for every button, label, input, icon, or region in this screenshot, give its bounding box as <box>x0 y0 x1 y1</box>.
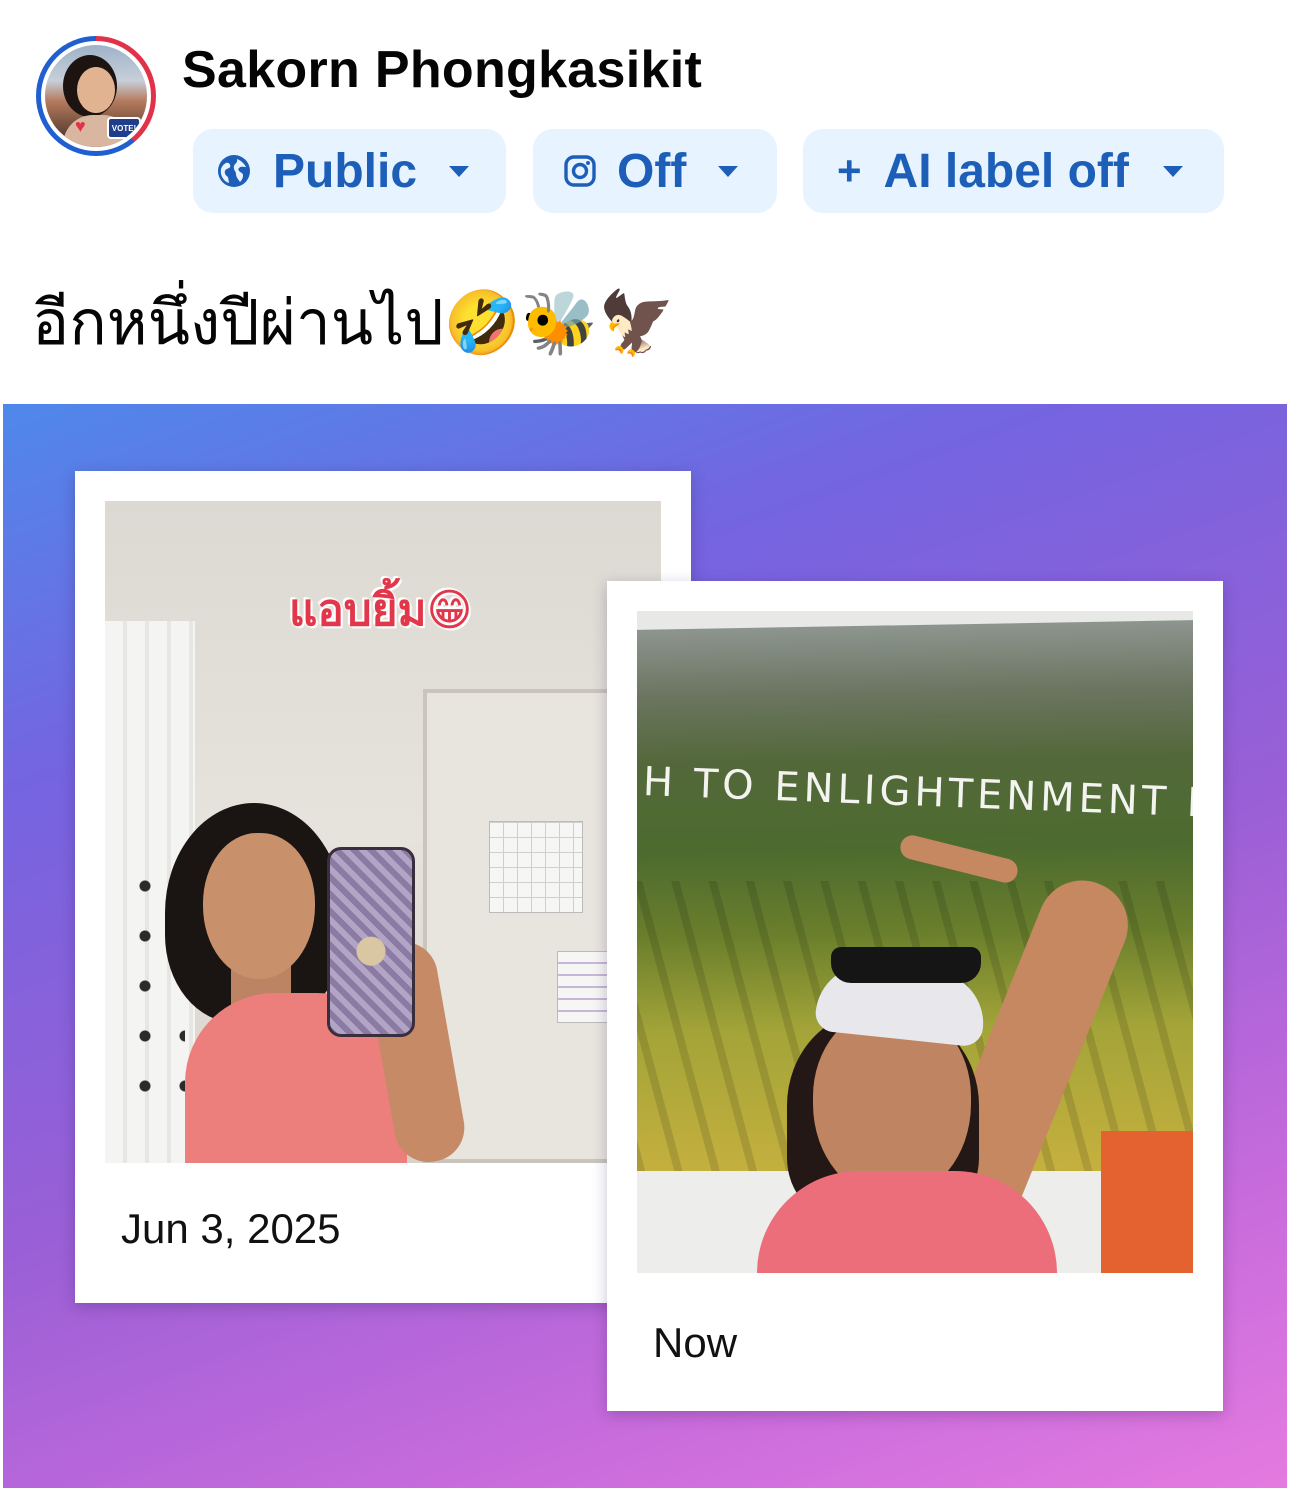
caret-down-icon <box>718 165 739 177</box>
plus-icon: + <box>837 147 862 194</box>
post-composer-header: ♥ VOTE! Sakorn Phongkasikit Public Off +… <box>0 0 1290 230</box>
photo-sticker-text: แอบยิ้ม😁 <box>289 585 473 636</box>
ai-label-button[interactable]: + AI label off <box>803 129 1224 213</box>
audience-selector-button[interactable]: Public <box>193 129 506 213</box>
phone-in-hand <box>327 847 415 1037</box>
instagram-share-button[interactable]: Off <box>533 129 777 213</box>
globe-icon <box>217 154 251 188</box>
memory-polaroid-now: H TO ENLIGHTENMENT IS Now <box>607 581 1223 1411</box>
avatar-photo: ♥ VOTE! <box>45 45 147 147</box>
instagram-label: Off <box>617 144 687 198</box>
memory-photo-now: H TO ENLIGHTENMENT IS <box>637 611 1193 1273</box>
audience-label: Public <box>273 144 418 198</box>
wall-paper <box>557 951 613 1023</box>
memory-date-caption: Jun 3, 2025 <box>121 1205 341 1252</box>
avatar[interactable]: ♥ VOTE! <box>36 36 156 156</box>
caret-down-icon <box>1162 165 1183 177</box>
vote-badge: VOTE! <box>107 117 141 139</box>
sunglasses <box>831 947 981 983</box>
person-face <box>203 833 315 979</box>
ai-label-text: AI label off <box>883 144 1129 198</box>
memory-polaroid-then: แอบยิ้ม😁 Jun 3, 2025 <box>75 471 691 1303</box>
caret-down-icon <box>449 165 470 177</box>
heart-icon: ♥ <box>75 116 86 136</box>
memory-photo-then: แอบยิ้ม😁 <box>105 501 661 1163</box>
post-text[interactable]: อีกหนึ่งปีผ่านไป🤣🐝🦅 <box>32 283 675 363</box>
wall-calendar <box>489 821 583 913</box>
instagram-icon <box>563 154 597 188</box>
author-name[interactable]: Sakorn Phongkasikit <box>182 40 702 100</box>
memory-card[interactable]: แอบยิ้ม😁 Jun 3, 2025 H TO ENLIGHTENMENT … <box>3 404 1287 1488</box>
memory-now-caption: Now <box>653 1319 738 1366</box>
